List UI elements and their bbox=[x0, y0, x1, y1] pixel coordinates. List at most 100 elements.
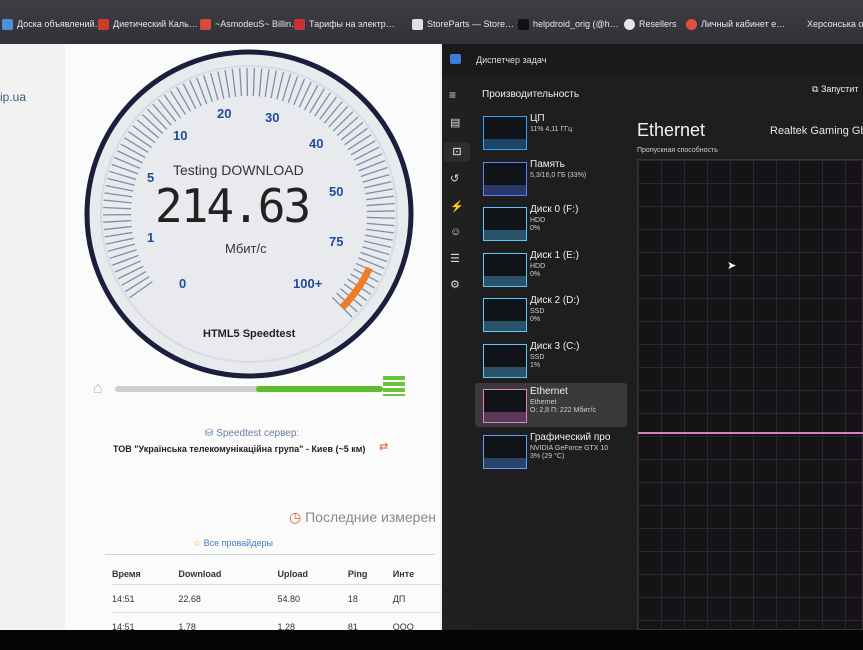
perf-item-name: Диск 1 (E:) bbox=[530, 249, 579, 261]
bookmark-item[interactable]: helpdroid_orig (@h… bbox=[518, 14, 619, 34]
performance-list: ЦП 11% 4,11 ГГц Память 5,3/16,0 ГБ (33%) Дис… bbox=[475, 110, 633, 630]
users-icon[interactable]: ☺ bbox=[450, 226, 461, 238]
gauge-scale-label: 1 bbox=[147, 230, 155, 245]
grid-icon bbox=[2, 18, 13, 30]
task-manager-window: Диспетчер задач ≡ ▤ ⊡ ↺ ⚡ ☺ ☰ ⚙ Производ… bbox=[442, 44, 863, 630]
perf-item[interactable]: Диск 2 (D:) SSD 0% bbox=[475, 292, 627, 336]
column-header[interactable]: Download bbox=[178, 564, 277, 585]
performance-icon[interactable]: ⊡ bbox=[444, 142, 470, 162]
startup-icon[interactable]: ⚡ bbox=[450, 200, 464, 213]
bookmark-label: Личный кабинет е… bbox=[701, 19, 786, 29]
gauge-scale-label: 100+ bbox=[293, 276, 323, 291]
perf-thumbnail bbox=[483, 252, 527, 287]
run-task-icon: ⧉ bbox=[812, 84, 819, 94]
bookmark-label: Херсонська обл bbox=[807, 19, 863, 29]
perf-item-detail: 5,3/16,0 ГБ (33%) bbox=[530, 171, 587, 179]
table-cell: 54.80 bbox=[277, 593, 301, 604]
throughput-graph bbox=[637, 159, 863, 630]
services-icon[interactable]: ⚙ bbox=[450, 278, 460, 291]
perf-item-detail: HDD 0% bbox=[530, 217, 546, 232]
perf-thumbnail bbox=[483, 389, 527, 423]
circle-red-icon bbox=[686, 18, 697, 30]
table-cell: 14:51 bbox=[112, 621, 135, 630]
home-icon[interactable]: ⌂ bbox=[93, 380, 103, 398]
perf-item-detail: HDD 0% bbox=[530, 262, 546, 278]
perf-item[interactable]: Диск 0 (F:) HDD 0% bbox=[475, 201, 627, 245]
throughput-label: Пропускная способность bbox=[637, 147, 718, 154]
perf-item[interactable]: Диск 3 (C:) SSD 1% bbox=[475, 338, 627, 382]
bookmark-item[interactable]: Диетический Каль… bbox=[98, 14, 198, 34]
table-cell: 1.28 bbox=[277, 621, 296, 630]
progress-fill bbox=[255, 386, 383, 392]
run-task-button[interactable]: ⧉ Запустит bbox=[812, 84, 858, 95]
bookmark-label: Доска объявлений… bbox=[17, 19, 104, 29]
all-providers-link[interactable]: ☆ Все провайдеры bbox=[193, 538, 273, 549]
perf-item[interactable]: Диск 1 (E:) HDD 0% bbox=[475, 247, 627, 291]
perf-item-detail: SSD 0% bbox=[530, 308, 545, 323]
change-server-icon[interactable]: ⇄ bbox=[379, 440, 388, 453]
task-manager-icon bbox=[450, 54, 461, 64]
bookmark-item[interactable]: Личный кабинет е… bbox=[686, 14, 785, 34]
monitor-bezel bbox=[0, 630, 863, 650]
perf-thumbnail bbox=[483, 116, 527, 150]
bookmark-item[interactable]: Херсонська обл bbox=[807, 14, 863, 34]
detail-title: Ethernet bbox=[637, 120, 706, 140]
bookmark-label: Диетический Каль… bbox=[113, 19, 198, 29]
site-url-fragment: ip.ua bbox=[0, 90, 27, 104]
perf-item[interactable]: Графический про NVIDIA GeForce GTX 10 3% … bbox=[475, 429, 627, 473]
perf-item-name: Ethernet bbox=[530, 386, 568, 397]
server-icon: ⛁ bbox=[205, 428, 214, 439]
history-table: Время Download Upload Ping Инте 14:51 22.68 54… bbox=[112, 564, 442, 630]
speedtest-webpage: ip.ua 0 1 5 10 20 30 40 50 75 100+ Testing DOWNLO… bbox=[0, 44, 445, 630]
table-row: 14:51 22.68 54.80 18 ДП bbox=[112, 584, 442, 613]
gauge-scale-label: 30 bbox=[265, 110, 280, 125]
bookmark-item[interactable]: ~AsmodeuS~ Billin… bbox=[200, 14, 300, 34]
bookmark-label: StoreParts — Store… bbox=[427, 19, 515, 29]
bookmark-item[interactable]: StoreParts — Store… bbox=[412, 14, 514, 34]
column-header[interactable]: Upload bbox=[278, 564, 348, 585]
history-title: ◷ Последние измерен bbox=[289, 509, 436, 525]
gauge-scale-label: 20 bbox=[217, 106, 232, 121]
detail-adapter: Realtek Gaming Gb bbox=[770, 125, 863, 137]
bookmark-red-icon bbox=[294, 18, 305, 30]
perf-item[interactable]: Память 5,3/16,0 ГБ (33%) bbox=[475, 156, 627, 200]
bookmark-label: Resellers bbox=[639, 19, 677, 29]
column-header[interactable]: Инте bbox=[393, 564, 442, 585]
speed-unit: Мбит/с bbox=[225, 241, 267, 256]
webpage-content: 0 1 5 10 20 30 40 50 75 100+ Testing DOWNLOAD 214… bbox=[65, 44, 442, 630]
table-cell: ДП bbox=[392, 593, 406, 604]
perf-thumbnail bbox=[483, 343, 527, 378]
perf-thumbnail bbox=[483, 298, 527, 332]
perf-item-name: Диск 3 (C:) bbox=[530, 340, 580, 352]
bookmark-item[interactable]: Resellers bbox=[624, 14, 677, 34]
task-manager-titlebar: Диспетчер задач bbox=[442, 44, 863, 76]
divider bbox=[105, 554, 435, 555]
speed-status: Testing DOWNLOAD bbox=[173, 162, 304, 178]
perf-item-detail: 11% 4,11 ГГц bbox=[530, 126, 573, 133]
perf-item-name: Диск 2 (D:) bbox=[530, 295, 580, 306]
globe-icon bbox=[624, 18, 635, 30]
section-title: Производительность bbox=[482, 89, 580, 100]
bookmark-label: ~AsmodeuS~ Billin… bbox=[215, 19, 301, 29]
column-header[interactable]: Ping bbox=[348, 564, 393, 585]
perf-item-name: ЦП bbox=[530, 113, 545, 124]
bookmark-label: helpdroid_orig (@h… bbox=[533, 19, 619, 29]
app-history-icon[interactable]: ↺ bbox=[450, 172, 459, 185]
table-cell: ООО bbox=[392, 621, 414, 630]
gauge-tick bbox=[366, 210, 395, 213]
perf-item[interactable]: ЦП 11% 4,11 ГГц bbox=[475, 110, 627, 154]
progress-track bbox=[115, 386, 383, 392]
column-header[interactable]: Время bbox=[112, 564, 178, 585]
processes-icon[interactable]: ▤ bbox=[450, 116, 460, 129]
star-icon: ☆ bbox=[193, 538, 202, 548]
speedtest-footer: HTML5 Speedtest bbox=[203, 328, 296, 340]
perf-item[interactable]: Ethernet Ethernet О: 2,8 П: 222 Мбит/с bbox=[475, 383, 627, 427]
perf-item-detail: Ethernet О: 2,8 П: 222 Мбит/с bbox=[530, 399, 596, 414]
bookmark-item[interactable]: Тарифы на электр… bbox=[294, 14, 395, 34]
menu-icon[interactable]: ≡ bbox=[449, 88, 456, 102]
gauge-scale-label: 0 bbox=[179, 276, 187, 291]
details-icon[interactable]: ☰ bbox=[450, 252, 460, 265]
bookmark-item[interactable]: Доска объявлений… bbox=[2, 14, 104, 34]
gauge-tick bbox=[366, 216, 395, 219]
speedtest-server-name: ТОВ "Українська телекомунікаційна група"… bbox=[113, 444, 366, 454]
